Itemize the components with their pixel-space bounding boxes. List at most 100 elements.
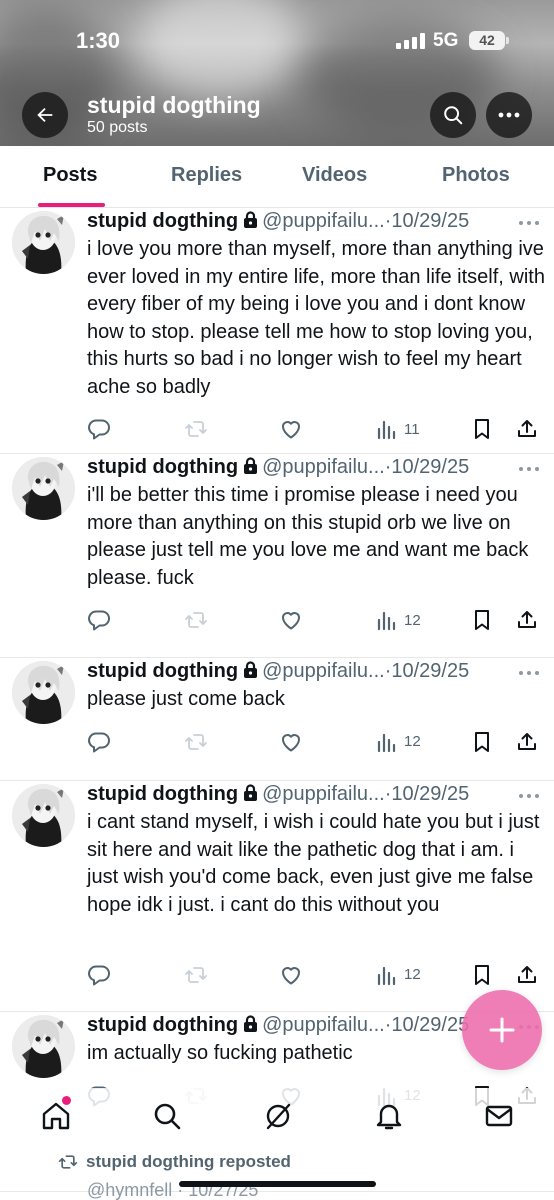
repost-button[interactable] xyxy=(184,606,208,634)
reply-button[interactable] xyxy=(87,961,111,989)
tab-replies[interactable]: Replies xyxy=(171,164,242,187)
post-text: i'll be better this time i promise pleas… xyxy=(87,484,529,589)
post-date[interactable]: 10/29/25 xyxy=(391,1014,469,1036)
reply-button[interactable] xyxy=(87,415,111,443)
messages-icon[interactable] xyxy=(483,1100,515,1132)
post-date[interactable]: 10/29/25 xyxy=(391,456,469,478)
post-date[interactable]: 10/29/25 xyxy=(391,210,469,232)
post-author-handle[interactable]: @puppifailu... xyxy=(262,210,385,232)
share-button[interactable] xyxy=(515,961,539,989)
reply-icon xyxy=(88,610,110,631)
notifications-icon[interactable] xyxy=(373,1100,405,1132)
avatar[interactable] xyxy=(12,211,75,274)
views-icon xyxy=(377,611,396,631)
bookmark-button[interactable] xyxy=(471,606,493,634)
bookmark-icon xyxy=(475,419,489,439)
views-button[interactable]: 12 xyxy=(376,606,421,634)
views-icon xyxy=(377,733,396,752)
repost-icon xyxy=(185,733,207,750)
post[interactable]: stupid dogthing @puppifailu...·10/29/25 p… xyxy=(0,658,554,781)
views-button[interactable]: 11 xyxy=(376,415,420,443)
post[interactable]: stupid dogthing @puppifailu...·10/29/25 i… xyxy=(0,208,554,454)
more-button[interactable] xyxy=(486,92,532,138)
more-icon xyxy=(498,112,520,118)
views-button[interactable]: 12 xyxy=(376,728,421,756)
status-bar: 1:30 5G 42 xyxy=(0,28,554,58)
post-text: i cant stand myself, i wish i could hate… xyxy=(87,811,540,916)
avatar[interactable] xyxy=(12,661,75,724)
battery-tip xyxy=(506,37,509,44)
post-header: stupid dogthing @puppifailu...·10/29/25 xyxy=(87,1014,469,1040)
avatar[interactable] xyxy=(12,784,75,847)
more-icon[interactable] xyxy=(516,666,542,680)
compose-button[interactable] xyxy=(462,990,542,1070)
avatar[interactable] xyxy=(12,1015,75,1078)
bookmark-button[interactable] xyxy=(471,961,493,989)
more-icon[interactable] xyxy=(516,462,542,476)
bottom-navigation xyxy=(0,1088,554,1146)
grok-icon[interactable] xyxy=(262,1100,294,1132)
reply-button[interactable] xyxy=(87,606,111,634)
share-icon xyxy=(518,732,536,750)
share-button[interactable] xyxy=(515,728,539,756)
search-icon xyxy=(444,106,463,125)
post-author-handle[interactable]: @puppifailu... xyxy=(262,783,385,805)
post-author-name[interactable]: stupid dogthing xyxy=(87,456,238,478)
post[interactable]: stupid dogthing @puppifailu...·10/29/25 i… xyxy=(0,454,554,658)
profile-header: 1:30 5G 42 stupid dogthing 50 posts xyxy=(0,0,554,146)
like-button[interactable] xyxy=(279,415,303,443)
profile-tabs: Posts Replies Videos Photos xyxy=(0,146,554,208)
like-button[interactable] xyxy=(279,606,303,634)
post-date[interactable]: 10/29/25 xyxy=(391,660,469,682)
post-text: please just come back xyxy=(87,688,285,710)
post-author-handle[interactable]: @puppifailu... xyxy=(262,456,385,478)
share-button[interactable] xyxy=(515,415,539,443)
post-author-handle[interactable]: @puppifailu... xyxy=(262,660,385,682)
share-button[interactable] xyxy=(515,606,539,634)
repost-button[interactable] xyxy=(184,415,208,443)
search-button[interactable] xyxy=(430,92,476,138)
bookmark-button[interactable] xyxy=(471,415,493,443)
views-button[interactable]: 12 xyxy=(376,961,421,989)
profile-name: stupid dogthing xyxy=(87,92,261,118)
repost-button[interactable] xyxy=(184,961,208,989)
views-count: 12 xyxy=(404,611,421,629)
arrow-left-icon xyxy=(37,107,53,123)
repost-button[interactable] xyxy=(184,728,208,756)
post-author-name[interactable]: stupid dogthing xyxy=(87,660,238,682)
post-date[interactable]: 10/29/25 xyxy=(391,783,469,805)
views-count: 12 xyxy=(404,966,421,983)
avatar[interactable] xyxy=(12,457,75,520)
post-count: 50 posts xyxy=(87,119,148,136)
repost-icon xyxy=(185,966,207,983)
notification-badge xyxy=(62,1096,71,1105)
post[interactable]: stupid dogthing @puppifailu...·10/29/25 i… xyxy=(0,781,554,1012)
views-count: 11 xyxy=(404,420,420,438)
post-author-name[interactable]: stupid dogthing xyxy=(87,210,238,232)
post-actions: 12 xyxy=(87,961,543,989)
share-icon xyxy=(518,965,536,983)
post-author-handle[interactable]: @puppifailu... xyxy=(262,1014,385,1036)
explore-icon[interactable] xyxy=(151,1100,183,1132)
post-author-name[interactable]: stupid dogthing xyxy=(87,783,238,805)
more-icon[interactable] xyxy=(516,216,542,230)
tab-photos[interactable]: Photos xyxy=(442,164,510,187)
more-icon[interactable] xyxy=(516,789,542,803)
post-author-name[interactable]: stupid dogthing xyxy=(87,1014,238,1036)
repost-icon xyxy=(185,612,207,628)
views-icon xyxy=(377,420,396,440)
reply-button[interactable] xyxy=(87,728,111,756)
heart-icon xyxy=(282,612,300,630)
tab-videos[interactable]: Videos xyxy=(302,164,367,187)
reply-icon xyxy=(88,419,110,440)
like-button[interactable] xyxy=(279,728,303,756)
lock-icon xyxy=(244,1015,258,1032)
back-button[interactable] xyxy=(22,92,68,138)
post-header: stupid dogthing @puppifailu...·10/29/25 xyxy=(87,783,469,809)
bookmark-button[interactable] xyxy=(471,728,493,756)
post-text: i love you more than myself, more than a… xyxy=(87,238,545,398)
heart-icon xyxy=(282,966,300,984)
lock-icon xyxy=(244,211,258,228)
tab-posts[interactable]: Posts xyxy=(43,164,97,187)
like-button[interactable] xyxy=(279,961,303,989)
